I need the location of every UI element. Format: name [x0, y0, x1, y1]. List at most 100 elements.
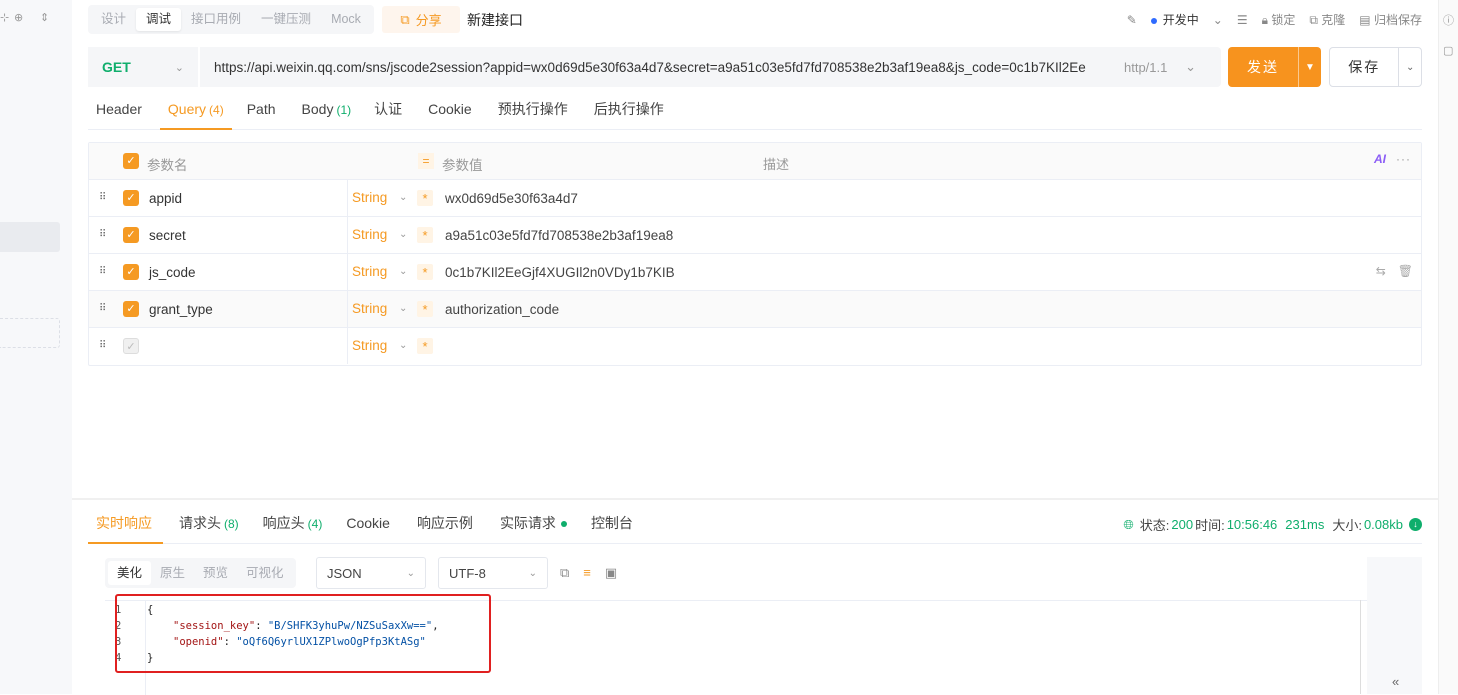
format-tabs: 美化 原生 预览 可视化: [105, 558, 296, 588]
tab-preview[interactable]: 预览: [194, 561, 237, 585]
doc-icon[interactable]: ▢: [1443, 44, 1453, 57]
delete-icon[interactable]: 🗑︎: [1398, 264, 1413, 278]
row-checkbox[interactable]: ✓: [123, 227, 139, 243]
sidebar-dashed-item[interactable]: [0, 318, 60, 348]
api-name-field[interactable]: 新建接口: [467, 10, 523, 30]
drag-handle-icon[interactable]: ⠿: [99, 192, 106, 203]
format-select[interactable]: JSON ⌄: [316, 557, 426, 589]
info-icon[interactable]: ⓘ: [1443, 12, 1454, 28]
copy-icon[interactable]: ⧉: [560, 565, 569, 581]
filter-icon[interactable]: ⊹: [0, 11, 9, 24]
tab-visualize[interactable]: 可视化: [237, 561, 293, 585]
table-row-new: ⠿ ✓ String ⌄ *: [89, 328, 1421, 365]
status-code: 200: [1171, 517, 1194, 532]
required-icon[interactable]: *: [417, 301, 433, 317]
param-name[interactable]: grant_type: [149, 302, 213, 317]
tab-request-headers[interactable]: 请求头 (8): [171, 506, 247, 543]
required-icon[interactable]: *: [417, 264, 433, 280]
response-tools: ⧉ ≡ ▣: [560, 565, 617, 581]
row-checkbox[interactable]: ✓: [123, 301, 139, 317]
tab-design[interactable]: 设计: [91, 8, 136, 31]
lock-button[interactable]: 🔒︎ 锁定: [1262, 11, 1296, 28]
tab-header[interactable]: Header: [88, 93, 153, 129]
save-dropdown-icon[interactable]: ⌄: [1398, 48, 1421, 86]
outline-icon[interactable]: ☰: [1237, 13, 1248, 27]
param-value[interactable]: a9a51c03e5fd7fd708538e2b3af19ea8: [445, 228, 673, 243]
share-icon: ⧉: [400, 11, 410, 27]
tab-path[interactable]: Path: [239, 93, 287, 129]
sort-icon[interactable]: ⇕: [40, 11, 49, 24]
chevron-down-icon: ⌄: [399, 229, 408, 240]
tab-query[interactable]: Query (4): [159, 93, 232, 130]
tab-debug[interactable]: 调试: [136, 8, 182, 31]
drag-handle-icon[interactable]: ⠿: [99, 229, 106, 240]
ai-icon[interactable]: AI: [1374, 152, 1386, 166]
save-icon[interactable]: ▣: [605, 565, 617, 581]
method-select[interactable]: GET ⌄: [88, 47, 200, 87]
copy-icon: ⧉: [1309, 13, 1318, 27]
editor-scrollbar[interactable]: [1360, 600, 1366, 694]
required-icon[interactable]: *: [417, 227, 433, 243]
more-icon[interactable]: ···: [1396, 152, 1411, 166]
url-input[interactable]: https://api.weixin.qq.com/sns/jscode2ses…: [200, 60, 1110, 75]
required-icon[interactable]: *: [417, 338, 433, 354]
tab-console[interactable]: 控制台: [583, 506, 644, 543]
archive-button[interactable]: ▤ 归档保存: [1359, 11, 1422, 28]
send-dropdown-icon[interactable]: ▼: [1298, 47, 1321, 87]
collapse-icon[interactable]: «: [1392, 674, 1399, 689]
share-button[interactable]: ⧉ 分享: [382, 6, 460, 33]
wrap-lines-icon[interactable]: ≡: [583, 565, 591, 581]
right-rail: ⓘ ▢: [1438, 0, 1458, 694]
drag-handle-icon[interactable]: ⠿: [99, 303, 106, 314]
tab-actual-request[interactable]: 实际请求: [492, 506, 575, 543]
tab-mock[interactable]: Mock: [321, 8, 371, 31]
tab-auth[interactable]: 认证: [366, 93, 413, 129]
send-button[interactable]: 发送 ▼: [1228, 47, 1321, 87]
param-value[interactable]: authorization_code: [445, 302, 559, 317]
param-value[interactable]: wx0d69d5e30f63a4d7: [445, 191, 578, 206]
swap-icon[interactable]: ⇆: [1376, 264, 1386, 278]
tab-load-test[interactable]: 一键压测: [251, 8, 321, 31]
tab-response-headers[interactable]: 响应头 (4): [255, 506, 331, 543]
tab-live-response[interactable]: 实时响应: [88, 506, 163, 544]
bulk-edit-icon[interactable]: =: [418, 153, 434, 169]
header-param-name: 参数名: [147, 158, 188, 173]
table-row: ⠿ ✓ secret String ⌄ * a9a51c03e5fd7fd708…: [89, 217, 1421, 254]
tab-post-script[interactable]: 后执行操作: [586, 93, 675, 129]
param-name[interactable]: js_code: [149, 265, 196, 280]
download-icon[interactable]: ↓: [1409, 518, 1422, 531]
row-checkbox[interactable]: ✓: [123, 264, 139, 280]
row-checkbox[interactable]: ✓: [123, 190, 139, 206]
param-name[interactable]: appid: [149, 191, 182, 206]
status-select[interactable]: 开发中: [1150, 11, 1199, 28]
encoding-select[interactable]: UTF-8 ⌄: [438, 557, 548, 589]
resize-divider[interactable]: [72, 498, 1438, 500]
tab-api-cases[interactable]: 接口用例: [181, 8, 251, 31]
param-value[interactable]: 0c1b7KIl2EeGjf4XUGIl2n0VDy1b7KIB: [445, 265, 675, 280]
tab-response-examples[interactable]: 响应示例: [409, 506, 484, 543]
edit-icon[interactable]: ✎: [1127, 13, 1137, 27]
http-version-select[interactable]: http/1.1 ⌄: [1110, 59, 1210, 75]
select-all-checkbox[interactable]: ✓: [123, 153, 139, 169]
tab-body[interactable]: Body (1): [294, 93, 360, 129]
share-label: 分享: [415, 13, 442, 28]
size-value: 0.08kb: [1363, 517, 1403, 532]
tab-pre-script[interactable]: 预执行操作: [490, 93, 579, 129]
locate-icon[interactable]: ⊕: [14, 11, 23, 24]
table-row: ⠿ ✓ appid String ⌄ * wx0d69d5e30f63a4d7: [89, 180, 1421, 217]
tab-pretty[interactable]: 美化: [108, 561, 152, 585]
save-button[interactable]: 保存 ⌄: [1329, 47, 1422, 87]
save-label: 保存: [1348, 59, 1381, 75]
chevron-down-icon[interactable]: ⌄: [1213, 13, 1223, 27]
sidebar-selected-item[interactable]: [0, 222, 60, 252]
http-version-label: http/1.1: [1124, 59, 1168, 75]
clone-button[interactable]: ⧉ 克隆: [1309, 11, 1345, 28]
tab-resp-cookie[interactable]: Cookie: [338, 506, 401, 543]
drag-handle-icon[interactable]: ⠿: [99, 266, 106, 277]
row-checkbox[interactable]: ✓: [123, 338, 139, 354]
tab-raw[interactable]: 原生: [151, 561, 194, 585]
drag-handle-icon[interactable]: ⠿: [99, 340, 106, 351]
tab-cookie[interactable]: Cookie: [420, 93, 483, 129]
param-name[interactable]: secret: [149, 228, 186, 243]
required-icon[interactable]: *: [417, 190, 433, 206]
